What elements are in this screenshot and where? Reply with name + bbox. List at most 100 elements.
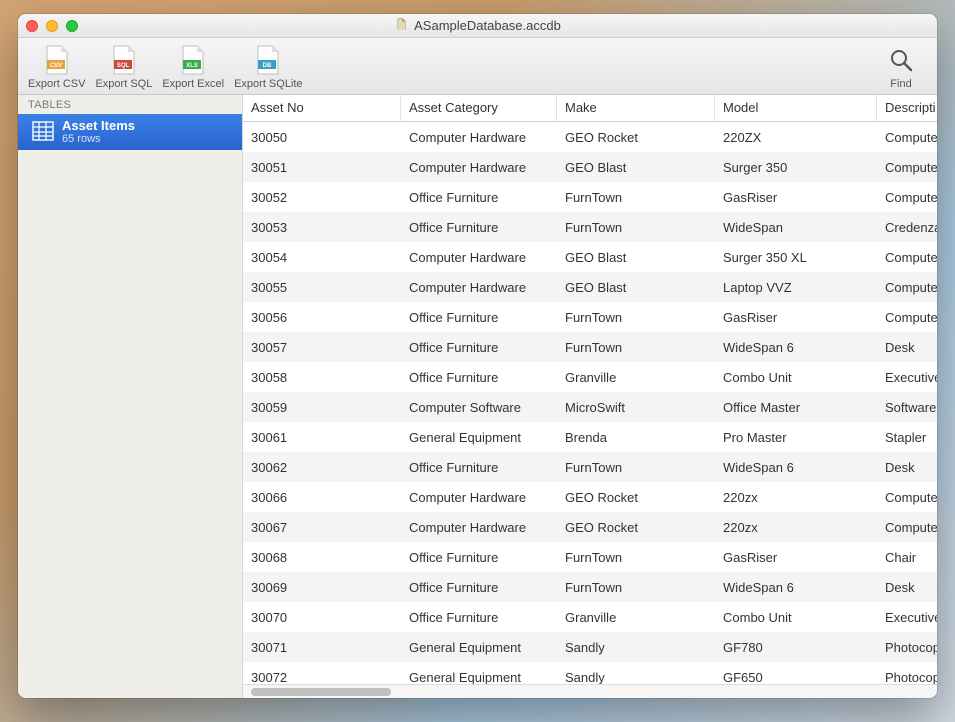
- table-row[interactable]: 30052Office FurnitureFurnTownGasRiserCom…: [243, 182, 937, 212]
- cell-model[interactable]: Surger 350: [715, 160, 877, 175]
- col-make[interactable]: Make: [557, 95, 715, 121]
- col-model[interactable]: Model: [715, 95, 877, 121]
- cell-cat[interactable]: Office Furniture: [401, 310, 557, 325]
- cell-desc[interactable]: Compute: [877, 160, 937, 175]
- cell-cat[interactable]: General Equipment: [401, 430, 557, 445]
- close-button[interactable]: [26, 20, 38, 32]
- cell-cat[interactable]: Computer Hardware: [401, 250, 557, 265]
- cell-make[interactable]: Sandly: [557, 670, 715, 685]
- cell-model[interactable]: Office Master: [715, 400, 877, 415]
- cell-make[interactable]: FurnTown: [557, 310, 715, 325]
- cell-make[interactable]: FurnTown: [557, 550, 715, 565]
- table-row[interactable]: 30066Computer HardwareGEO Rocket220zxCom…: [243, 482, 937, 512]
- cell-model[interactable]: GF650: [715, 670, 877, 685]
- cell-cat[interactable]: Office Furniture: [401, 340, 557, 355]
- horizontal-scroll-thumb[interactable]: [251, 688, 391, 696]
- cell-make[interactable]: GEO Rocket: [557, 130, 715, 145]
- maximize-button[interactable]: [66, 20, 78, 32]
- cell-cat[interactable]: Office Furniture: [401, 370, 557, 385]
- cell-no[interactable]: 30068: [243, 550, 401, 565]
- cell-no[interactable]: 30058: [243, 370, 401, 385]
- cell-model[interactable]: Pro Master: [715, 430, 877, 445]
- cell-model[interactable]: Surger 350 XL: [715, 250, 877, 265]
- cell-cat[interactable]: Computer Hardware: [401, 490, 557, 505]
- table-row[interactable]: 30050Computer HardwareGEO Rocket220ZXCom…: [243, 122, 937, 152]
- cell-make[interactable]: GEO Blast: [557, 280, 715, 295]
- cell-model[interactable]: WideSpan 6: [715, 460, 877, 475]
- col-asset-category[interactable]: Asset Category: [401, 95, 557, 121]
- cell-make[interactable]: FurnTown: [557, 460, 715, 475]
- cell-cat[interactable]: General Equipment: [401, 670, 557, 685]
- cell-no[interactable]: 30051: [243, 160, 401, 175]
- table-row[interactable]: 30051Computer HardwareGEO BlastSurger 35…: [243, 152, 937, 182]
- cell-model[interactable]: 220zx: [715, 490, 877, 505]
- cell-cat[interactable]: Computer Hardware: [401, 160, 557, 175]
- cell-desc[interactable]: Compute: [877, 190, 937, 205]
- cell-make[interactable]: GEO Rocket: [557, 520, 715, 535]
- cell-no[interactable]: 30054: [243, 250, 401, 265]
- table-row[interactable]: 30069Office FurnitureFurnTownWideSpan 6D…: [243, 572, 937, 602]
- cell-desc[interactable]: Credenza: [877, 220, 937, 235]
- cell-model[interactable]: 220ZX: [715, 130, 877, 145]
- export-sqlite-button[interactable]: DB Export SQLite: [234, 44, 302, 90]
- cell-model[interactable]: Combo Unit: [715, 610, 877, 625]
- cell-desc[interactable]: Desk: [877, 580, 937, 595]
- cell-desc[interactable]: Compute: [877, 310, 937, 325]
- cell-model[interactable]: WideSpan 6: [715, 340, 877, 355]
- cell-cat[interactable]: Computer Hardware: [401, 520, 557, 535]
- cell-no[interactable]: 30072: [243, 670, 401, 685]
- table-row[interactable]: 30071General EquipmentSandlyGF780Photoco…: [243, 632, 937, 662]
- cell-no[interactable]: 30069: [243, 580, 401, 595]
- cell-no[interactable]: 30055: [243, 280, 401, 295]
- horizontal-scrollbar[interactable]: [243, 684, 937, 698]
- cell-model[interactable]: WideSpan: [715, 220, 877, 235]
- cell-desc[interactable]: Photocop: [877, 670, 937, 685]
- table-row[interactable]: 30072General EquipmentSandlyGF650Photoco…: [243, 662, 937, 684]
- table-row[interactable]: 30067Computer HardwareGEO Rocket220zxCom…: [243, 512, 937, 542]
- col-asset-no[interactable]: Asset No: [243, 95, 401, 121]
- cell-cat[interactable]: Office Furniture: [401, 610, 557, 625]
- cell-cat[interactable]: Computer Software: [401, 400, 557, 415]
- cell-make[interactable]: FurnTown: [557, 220, 715, 235]
- cell-make[interactable]: FurnTown: [557, 340, 715, 355]
- cell-no[interactable]: 30070: [243, 610, 401, 625]
- col-description[interactable]: Descripti: [877, 95, 937, 121]
- cell-model[interactable]: Combo Unit: [715, 370, 877, 385]
- table-row[interactable]: 30054Computer HardwareGEO BlastSurger 35…: [243, 242, 937, 272]
- cell-desc[interactable]: Chair: [877, 550, 937, 565]
- cell-cat[interactable]: Computer Hardware: [401, 280, 557, 295]
- cell-cat[interactable]: Computer Hardware: [401, 130, 557, 145]
- cell-model[interactable]: 220zx: [715, 520, 877, 535]
- cell-make[interactable]: Granville: [557, 370, 715, 385]
- cell-model[interactable]: GasRiser: [715, 310, 877, 325]
- cell-desc[interactable]: Stapler: [877, 430, 937, 445]
- cell-make[interactable]: FurnTown: [557, 580, 715, 595]
- cell-desc[interactable]: Compute: [877, 130, 937, 145]
- cell-model[interactable]: Laptop VVZ: [715, 280, 877, 295]
- table-row[interactable]: 30058Office FurnitureGranvilleCombo Unit…: [243, 362, 937, 392]
- cell-cat[interactable]: Office Furniture: [401, 580, 557, 595]
- cell-desc[interactable]: Compute: [877, 490, 937, 505]
- cell-make[interactable]: MicroSwift: [557, 400, 715, 415]
- table-row[interactable]: 30068Office FurnitureFurnTownGasRiserCha…: [243, 542, 937, 572]
- cell-desc[interactable]: Executive: [877, 610, 937, 625]
- cell-make[interactable]: GEO Blast: [557, 250, 715, 265]
- cell-no[interactable]: 30059: [243, 400, 401, 415]
- cell-make[interactable]: Granville: [557, 610, 715, 625]
- cell-cat[interactable]: Office Furniture: [401, 190, 557, 205]
- cell-desc[interactable]: Compute: [877, 250, 937, 265]
- cell-make[interactable]: Sandly: [557, 640, 715, 655]
- sidebar-item-asset-items[interactable]: Asset Items 65 rows: [18, 114, 242, 150]
- table-row[interactable]: 30061General EquipmentBrendaPro MasterSt…: [243, 422, 937, 452]
- export-excel-button[interactable]: XLS Export Excel: [162, 44, 224, 90]
- table-row[interactable]: 30053Office FurnitureFurnTownWideSpanCre…: [243, 212, 937, 242]
- cell-make[interactable]: Brenda: [557, 430, 715, 445]
- cell-no[interactable]: 30052: [243, 190, 401, 205]
- cell-no[interactable]: 30067: [243, 520, 401, 535]
- cell-no[interactable]: 30071: [243, 640, 401, 655]
- cell-desc[interactable]: Executive: [877, 370, 937, 385]
- cell-model[interactable]: WideSpan 6: [715, 580, 877, 595]
- cell-desc[interactable]: Compute: [877, 520, 937, 535]
- cell-make[interactable]: GEO Rocket: [557, 490, 715, 505]
- cell-cat[interactable]: General Equipment: [401, 640, 557, 655]
